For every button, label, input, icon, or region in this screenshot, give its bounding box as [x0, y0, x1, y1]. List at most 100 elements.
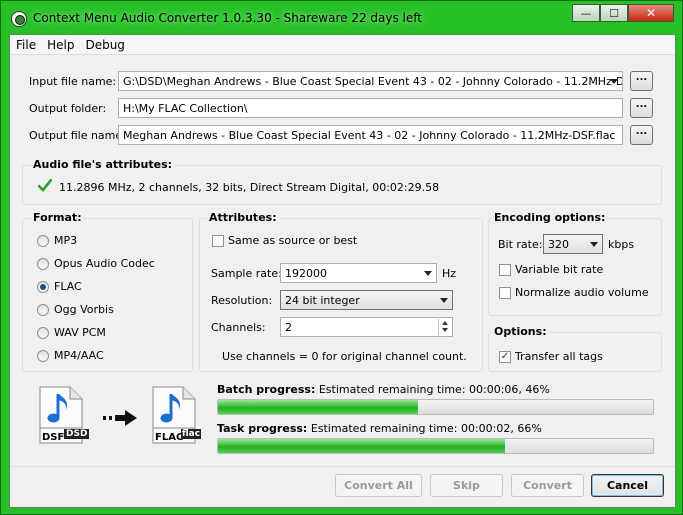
radio-mp4[interactable]: [37, 349, 49, 362]
client-area: File Help Debug Input file name: G:\DSD\…: [9, 34, 676, 508]
radio-label: FLAC: [54, 280, 82, 293]
channels-spinner[interactable]: [438, 319, 451, 335]
format-option-opus[interactable]: Opus Audio Codec: [37, 257, 155, 270]
spin-down-icon[interactable]: [439, 327, 451, 335]
task-progress-label: Task progress:: [217, 422, 308, 435]
output-folder-value: H:\My FLAC Collection\: [123, 102, 248, 115]
transfer-tags-checkbox[interactable]: ✓ Transfer all tags: [499, 350, 603, 363]
title-bar[interactable]: Context Menu Audio Converter 1.0.3.30 - …: [1, 1, 682, 33]
cancel-button[interactable]: Cancel: [591, 474, 664, 497]
batch-progress-estimate: Estimated remaining time: 00:00:06, 46%: [318, 383, 550, 396]
format-option-ogg[interactable]: Ogg Vorbis: [37, 303, 114, 316]
output-file-value: Meghan Andrews - Blue Coast Special Even…: [123, 129, 616, 142]
resolution-value: 24 bit integer: [285, 294, 360, 307]
radio-mp3[interactable]: [37, 234, 49, 247]
app-window: Context Menu Audio Converter 1.0.3.30 - …: [0, 0, 683, 515]
convert-all-button[interactable]: Convert All: [335, 474, 422, 497]
task-progress-bar: [217, 438, 654, 454]
encoding-options-title: Encoding options:: [492, 211, 608, 224]
menu-bar: File Help Debug: [10, 35, 675, 55]
sample-rate-combo[interactable]: 192000: [280, 263, 437, 283]
chevron-down-icon[interactable]: [590, 242, 598, 247]
batch-progress-bar: [217, 399, 654, 415]
radio-ogg[interactable]: [37, 303, 49, 316]
input-file-combo[interactable]: G:\DSD\Meghan Andrews - Blue Coast Speci…: [118, 71, 623, 91]
checkbox-label: Normalize audio volume: [515, 286, 649, 299]
output-folder-label: Output folder:: [29, 102, 107, 115]
task-progress-text: Task progress: Estimated remaining time:…: [217, 422, 542, 435]
bitrate-label: Bit rate:: [498, 238, 543, 251]
same-as-source-checkbox[interactable]: Same as source or best: [212, 234, 357, 247]
channels-value: 2: [285, 321, 292, 334]
format-option-flac[interactable]: FLAC: [37, 280, 82, 293]
window-controls: — ☐ ✕: [572, 4, 674, 22]
sample-rate-value: 192000: [285, 267, 327, 280]
channels-hint: Use channels = 0 for original channel co…: [222, 350, 467, 363]
checkbox-label: Variable bit rate: [515, 263, 604, 276]
target-sub-badge: flac: [181, 429, 202, 439]
menu-debug[interactable]: Debug: [79, 35, 129, 54]
batch-progress-fill: [218, 400, 419, 414]
target-format-badge: FLAC: [155, 432, 184, 443]
output-file-field[interactable]: Meghan Andrews - Blue Coast Special Even…: [118, 125, 623, 145]
checkbox-box[interactable]: [499, 286, 511, 299]
checkbox-box[interactable]: ✓: [499, 350, 511, 363]
sample-rate-unit: Hz: [442, 267, 457, 280]
channels-stepper[interactable]: 2: [280, 317, 453, 337]
browse-input-button[interactable]: ...: [630, 71, 653, 91]
browse-output-folder-button[interactable]: ...: [630, 98, 653, 118]
bitrate-value: 320: [548, 238, 569, 251]
radio-label: MP3: [54, 234, 78, 247]
format-title: Format:: [31, 211, 84, 224]
format-option-mp4[interactable]: MP4/AAC: [37, 349, 104, 362]
radio-label: Opus Audio Codec: [54, 257, 155, 270]
checkbox-label: Transfer all tags: [515, 350, 603, 363]
format-option-wav[interactable]: WAV PCM: [37, 326, 106, 339]
resolution-label: Resolution:: [211, 294, 273, 307]
resolution-dropdown[interactable]: 24 bit integer: [280, 290, 453, 310]
options-title: Options:: [492, 325, 549, 338]
task-progress-fill: [218, 439, 506, 453]
maximize-button[interactable]: ☐: [600, 4, 628, 22]
checkbox-label: Same as source or best: [228, 234, 358, 247]
channels-label: Channels:: [211, 321, 266, 334]
input-file-value: G:\DSD\Meghan Andrews - Blue Coast Speci…: [123, 75, 623, 88]
bitrate-dropdown[interactable]: 320: [543, 234, 603, 254]
radio-flac[interactable]: [37, 280, 49, 293]
normalize-volume-checkbox[interactable]: Normalize audio volume: [499, 286, 649, 299]
batch-progress-text: Batch progress: Estimated remaining time…: [217, 383, 550, 396]
format-option-mp3[interactable]: MP3: [37, 234, 77, 247]
convert-button[interactable]: Convert: [511, 474, 584, 497]
checkbox-box[interactable]: [499, 263, 511, 276]
arrow-right-icon: [103, 410, 137, 426]
sample-rate-label: Sample rate:: [211, 267, 282, 280]
checkmark-icon: [38, 179, 52, 192]
chevron-down-icon[interactable]: [610, 79, 618, 84]
close-button[interactable]: ✕: [628, 4, 674, 22]
bitrate-unit: kbps: [608, 238, 635, 251]
radio-label: MP4/AAC: [54, 349, 104, 362]
menu-file[interactable]: File: [10, 35, 41, 54]
checkbox-box[interactable]: [212, 234, 224, 247]
footer-divider: [10, 466, 675, 467]
browse-output-file-button[interactable]: ...: [630, 125, 653, 145]
output-folder-field[interactable]: H:\My FLAC Collection\: [118, 98, 623, 118]
window-title: Context Menu Audio Converter 1.0.3.30 - …: [33, 11, 422, 25]
task-progress-estimate: Estimated remaining time: 00:00:02, 66%: [310, 422, 542, 435]
app-logo-icon: [11, 11, 27, 27]
minimize-button[interactable]: —: [572, 4, 600, 22]
radio-opus[interactable]: [37, 257, 49, 270]
chevron-down-icon[interactable]: [440, 298, 448, 303]
radio-wav[interactable]: [37, 326, 49, 339]
audio-attributes-value: 11.2896 MHz, 2 channels, 32 bits, Direct…: [59, 181, 440, 194]
variable-bitrate-checkbox[interactable]: Variable bit rate: [499, 263, 603, 276]
attributes-title: Attributes:: [207, 211, 279, 224]
input-file-label: Input file name:: [29, 75, 117, 88]
radio-label: WAV PCM: [54, 326, 106, 339]
spin-up-icon[interactable]: [439, 319, 451, 327]
chevron-down-icon[interactable]: [424, 271, 432, 276]
menu-help[interactable]: Help: [41, 35, 79, 54]
skip-button[interactable]: Skip: [430, 474, 503, 497]
output-file-label: Output file name:: [29, 129, 126, 142]
source-sub-badge: DSD: [64, 429, 90, 439]
